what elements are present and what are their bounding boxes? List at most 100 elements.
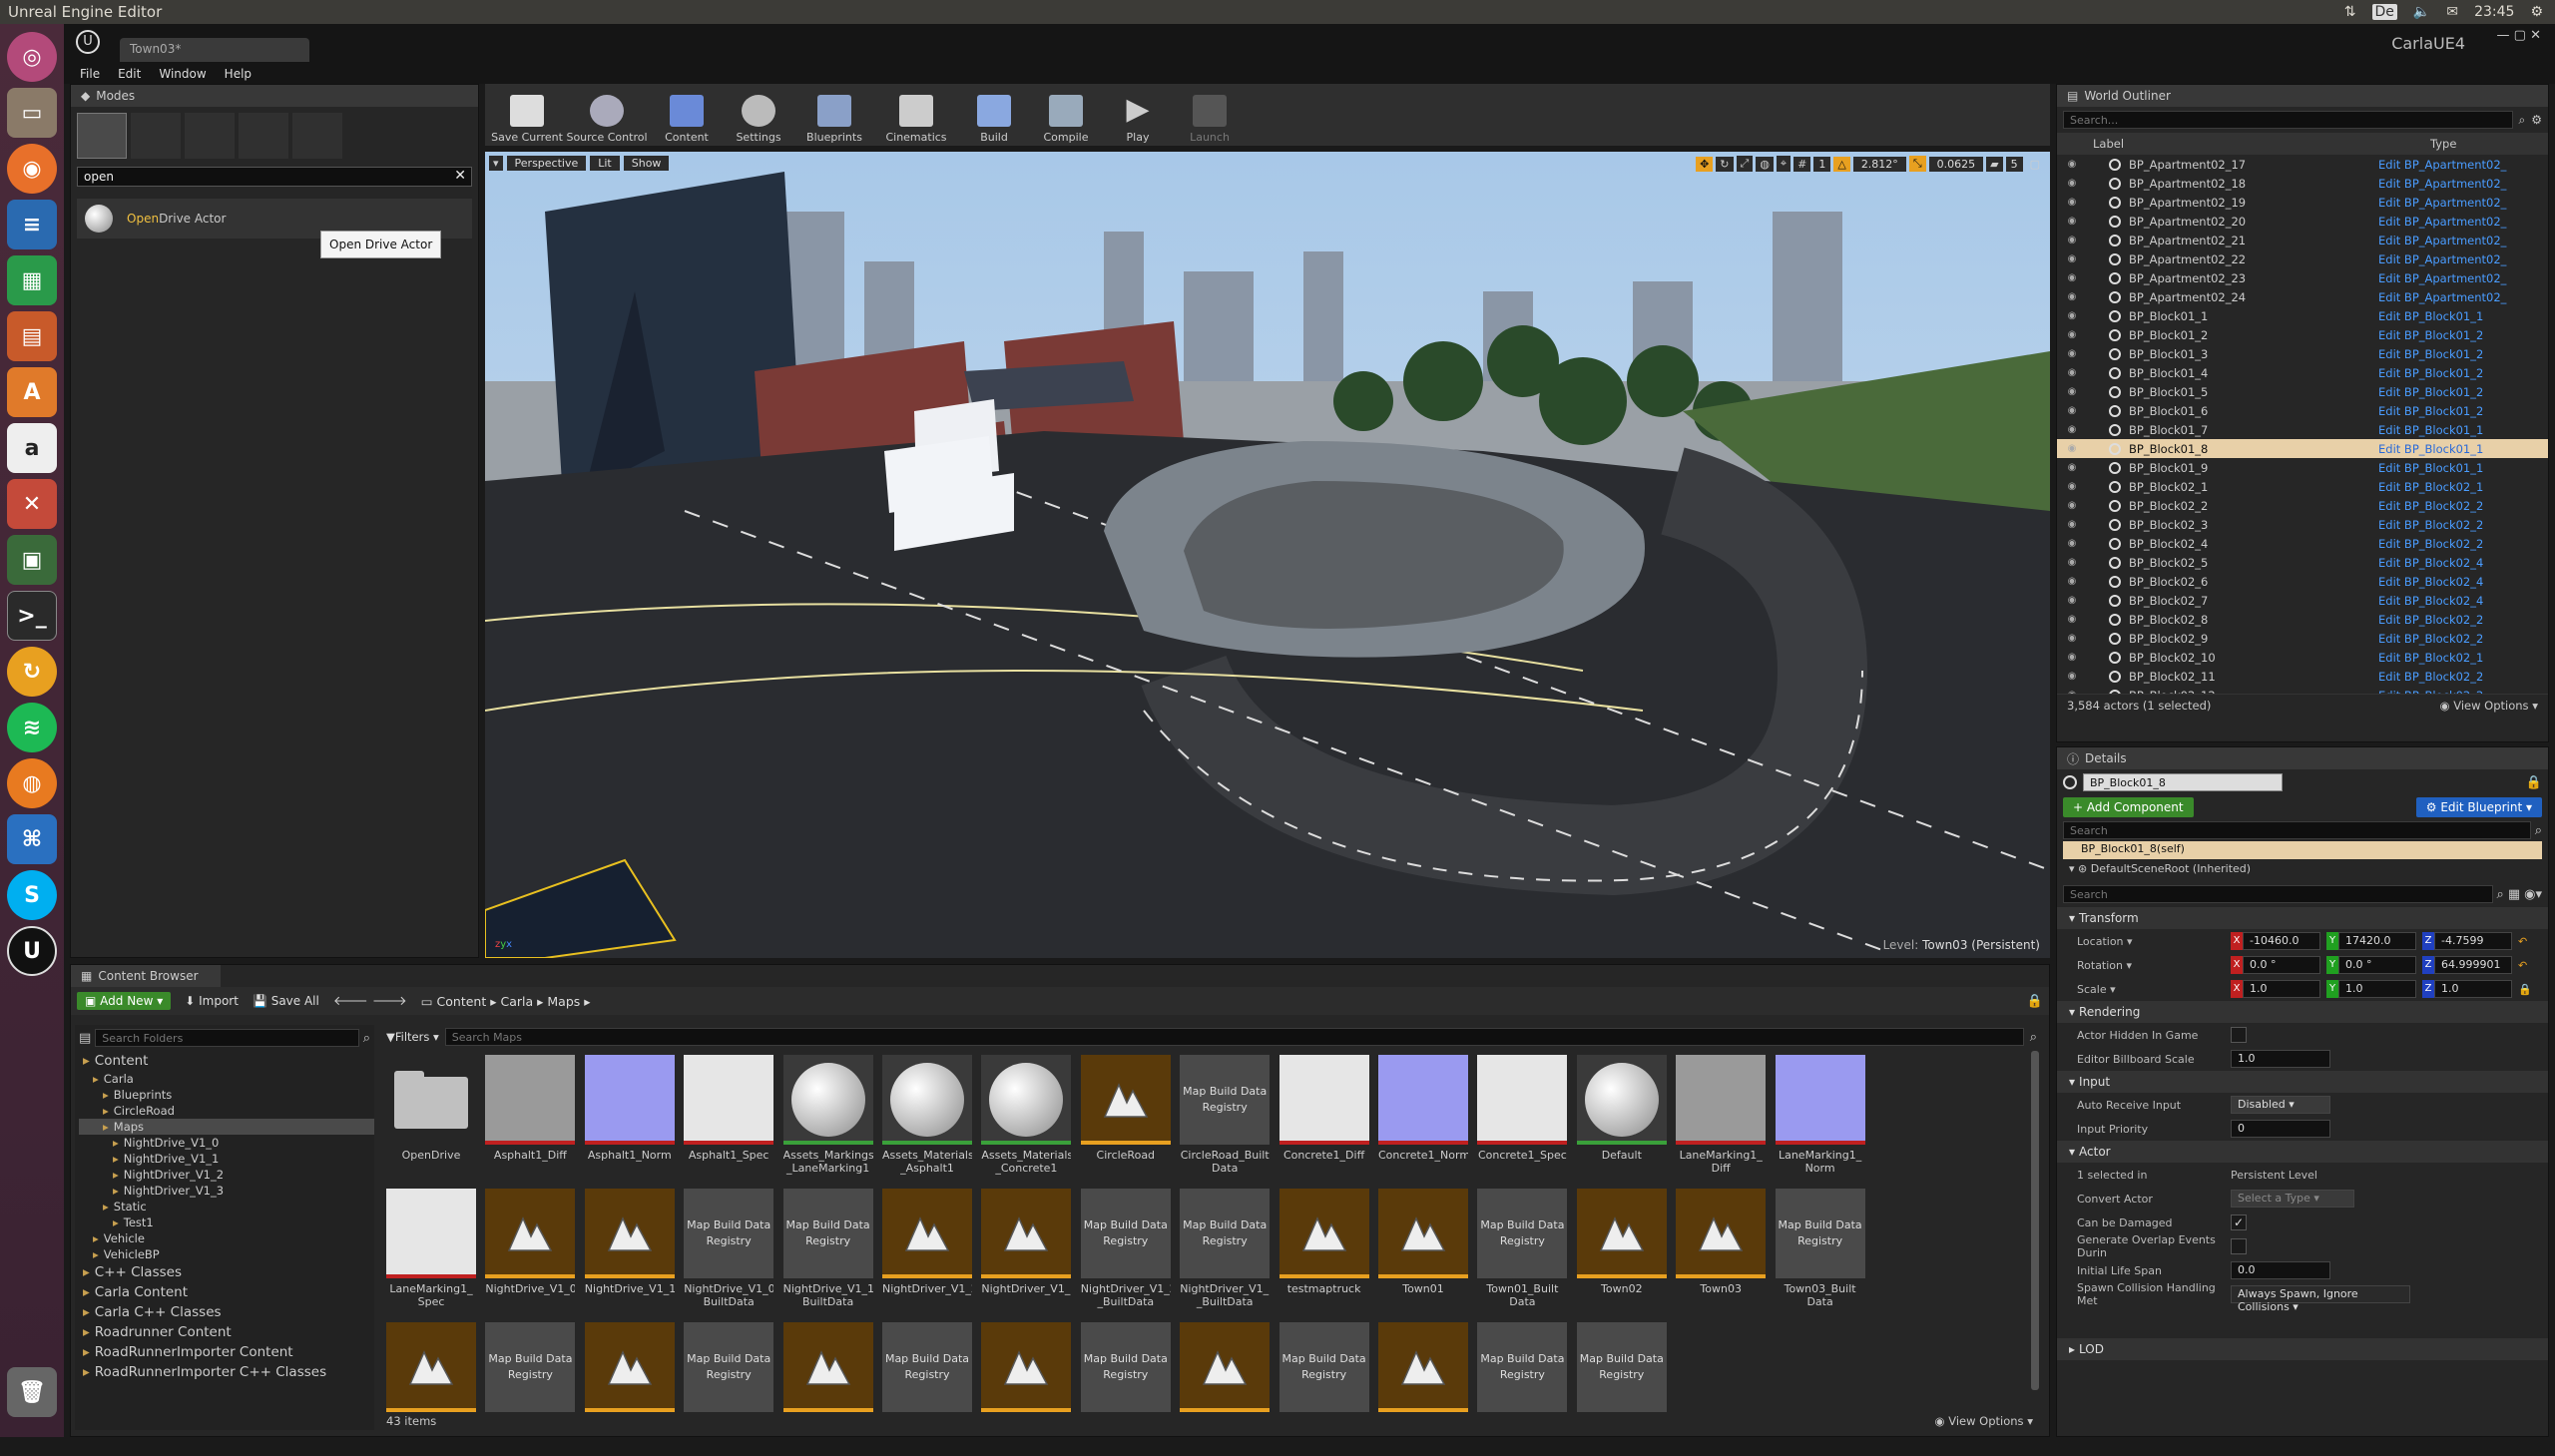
outliner-row[interactable]: ◉ BP_Block01_8 Edit BP_Block01_1 (2057, 439, 2548, 458)
impress-icon[interactable]: ▤ (7, 311, 57, 361)
asset-tile[interactable] (1378, 1322, 1468, 1456)
sources-icon[interactable]: ▤ (79, 1031, 91, 1046)
outliner-row[interactable]: ◉ BP_Block02_8 Edit BP_Block02_2 (2057, 610, 2548, 629)
software-center-icon[interactable]: A (7, 367, 57, 417)
actor-section[interactable]: ▾ Actor (2057, 1141, 2548, 1163)
outliner-row[interactable]: ◉ BP_Block01_4 Edit BP_Block01_2 (2057, 363, 2548, 382)
place-mode-icon[interactable] (77, 113, 127, 159)
system-gear-icon[interactable]: ⚙ (2530, 4, 2543, 20)
compile-button[interactable]: Compile (1030, 88, 1102, 146)
edit-blueprint-link[interactable]: Edit BP_Block01_1 (2378, 461, 2483, 475)
visibility-eye-icon[interactable]: ◉ (2057, 235, 2087, 245)
visibility-eye-icon[interactable]: ◉ (2057, 291, 2087, 302)
amazon-icon[interactable]: a (7, 423, 57, 473)
window-controls[interactable]: — ▢ ✕ (2497, 28, 2541, 43)
outliner-row[interactable]: ◉ BP_Block02_9 Edit BP_Block02_2 (2057, 629, 2548, 648)
edit-blueprint-button[interactable]: ⚙ Edit Blueprint ▾ (2415, 797, 2542, 817)
asset-scrollbar[interactable] (2031, 1051, 2039, 1390)
visibility-eye-icon[interactable]: ◉ (2057, 633, 2087, 644)
outliner-view-options[interactable]: ◉ View Options ▾ (2440, 699, 2538, 713)
visibility-eye-icon[interactable]: ◉ (2057, 405, 2087, 416)
folder-tree-item[interactable]: ▸ Carla C++ Classes (79, 1302, 374, 1322)
folder-tree-item[interactable]: ▸ VehicleBP (79, 1246, 374, 1262)
scale-y-input[interactable]: 1.0 (2338, 980, 2416, 998)
asset-tile[interactable] (386, 1322, 476, 1456)
outliner-row[interactable]: ◉ BP_Block02_12Edit BP_Block02_2 (2057, 686, 2548, 694)
edit-blueprint-link[interactable]: Edit BP_Block01_2 (2378, 328, 2483, 342)
visibility-eye-icon[interactable]: ◉ (2057, 500, 2087, 511)
folder-tree-item[interactable]: ▸ NightDrive_V1_1 (79, 1151, 374, 1167)
asset-tile[interactable]: NightDriver_V1_2 (882, 1189, 972, 1322)
breadcrumb-carla[interactable]: Carla (500, 994, 533, 1009)
edit-blueprint-link[interactable]: Edit BP_Apartment02_ (2378, 158, 2506, 172)
settings-button[interactable]: Settings (723, 88, 794, 146)
build-button[interactable]: Build (958, 88, 1030, 146)
details-search-input[interactable] (2063, 885, 2493, 903)
asset-tile[interactable]: Map Build Data Registry Town01_Built Data (1477, 1189, 1568, 1322)
folder-tree-item[interactable]: ▸ NightDriver_V1_2 (79, 1167, 374, 1183)
location-y-input[interactable]: 17420.0 (2338, 932, 2416, 950)
edit-blueprint-link[interactable]: Edit BP_Block01_1 (2378, 442, 2483, 456)
maximize-viewport-icon[interactable]: ▢ (2026, 157, 2044, 172)
breadcrumb-maps[interactable]: Maps (547, 994, 580, 1009)
volume-icon[interactable]: 🔈 (2413, 4, 2430, 20)
outliner-row[interactable]: ◉ BP_Block02_6 Edit BP_Block02_4 (2057, 572, 2548, 591)
asset-tile[interactable]: Map Build Data Registry NightDriver_V1_2 … (1080, 1189, 1171, 1322)
rotation-z-input[interactable]: 64.999901 (2434, 956, 2512, 974)
level-viewport[interactable]: ▾ Perspective Lit Show ✥ ↻ ⤢ ◍ ⌖ # 1 △ 2… (485, 152, 2050, 958)
lock-icon[interactable]: 🔒 (2526, 775, 2542, 790)
actor-name-input[interactable] (2083, 773, 2283, 791)
edit-blueprint-link[interactable]: Edit BP_Block02_2 (2378, 689, 2483, 695)
visibility-eye-icon[interactable]: ◉ (2057, 595, 2087, 606)
edit-blueprint-link[interactable]: Edit BP_Block01_2 (2378, 366, 2483, 380)
visibility-eye-icon[interactable]: ◉ (2057, 367, 2087, 378)
folder-tree-item[interactable]: ▸ Roadrunner Content (79, 1322, 374, 1342)
asset-tile[interactable]: Map Build Data Registry NightDriver_V1_3 … (1180, 1189, 1271, 1322)
outliner-row[interactable]: ◉ BP_Apartment02_23 Edit BP_Apartment02_ (2057, 268, 2548, 287)
scale-x-input[interactable]: 1.0 (2243, 980, 2320, 998)
skype-icon[interactable]: S (7, 870, 57, 920)
asset-tile[interactable]: Asphalt1_Norm (584, 1055, 675, 1189)
edit-blueprint-link[interactable]: Edit BP_Block02_2 (2378, 537, 2483, 551)
scale-icon[interactable]: ⤢ (1736, 156, 1754, 172)
asset-tile[interactable] (782, 1322, 873, 1456)
visibility-eye-icon[interactable]: ◉ (2057, 652, 2087, 663)
edit-blueprint-link[interactable]: Edit BP_Block02_2 (2378, 613, 2483, 627)
asset-tile[interactable]: Assets_Materials _Asphalt1 (882, 1055, 972, 1189)
outliner-row[interactable]: ◉ BP_Block01_3 Edit BP_Block01_2 (2057, 344, 2548, 363)
spotify-icon[interactable]: ≋ (7, 703, 57, 752)
details-tab[interactable]: ⓘ Details (2057, 747, 2548, 769)
save-all-button[interactable]: 💾 Save All (253, 994, 319, 1008)
asset-tile[interactable]: Map Build Data Registry (882, 1322, 972, 1456)
visibility-eye-icon[interactable]: ◉ (2057, 159, 2087, 170)
edit-blueprint-link[interactable]: Edit BP_Apartment02_ (2378, 196, 2506, 210)
visibility-eye-icon[interactable]: ◉ (2057, 690, 2087, 694)
asset-tile[interactable]: Map Build Data Registry NightDrive_V1_1_ … (782, 1189, 873, 1322)
property-matrix-icon[interactable]: ▦ (2508, 887, 2520, 902)
convert-actor-select[interactable]: Select a Type ▾ (2231, 1190, 2354, 1208)
auto-receive-select[interactable]: Disabled ▾ (2231, 1096, 2330, 1114)
outliner-row[interactable]: ◉ BP_Apartment02_20 Edit BP_Apartment02_ (2057, 212, 2548, 231)
edit-blueprint-link[interactable]: Edit BP_Block01_2 (2378, 404, 2483, 418)
asset-tile[interactable]: LaneMarking1_ Spec (386, 1189, 476, 1322)
asset-tile[interactable]: Map Build Data Registry (1278, 1322, 1369, 1456)
outliner-row[interactable]: ◉ BP_Block01_6 Edit BP_Block01_2 (2057, 401, 2548, 420)
writer-icon[interactable]: ≡ (7, 200, 57, 249)
import-button[interactable]: ⬇ Import (185, 994, 239, 1008)
edit-blueprint-link[interactable]: Edit BP_Block02_4 (2378, 575, 2483, 589)
asset-tile[interactable]: LaneMarking1_ Norm (1775, 1055, 1865, 1189)
edit-blueprint-link[interactable]: Edit BP_Apartment02_ (2378, 271, 2506, 285)
visibility-eye-icon[interactable]: ◉ (2057, 197, 2087, 208)
edit-blueprint-link[interactable]: Edit BP_Block01_2 (2378, 347, 2483, 361)
asset-tile[interactable] (981, 1322, 1072, 1456)
asset-tile[interactable]: NightDrive_V1_0 (485, 1189, 576, 1322)
visibility-eye-icon[interactable]: ◉ (2057, 576, 2087, 587)
grid-snap-icon[interactable]: # (1793, 156, 1811, 172)
folder-tree-item[interactable]: ▸ Carla Content (79, 1282, 374, 1302)
asset-tile[interactable]: Asphalt1_Diff (485, 1055, 576, 1189)
location-x-input[interactable]: -10460.0 (2243, 932, 2320, 950)
folder-tree-item[interactable]: ▸ Carla (79, 1071, 374, 1087)
asset-tile[interactable]: Map Build Data Registry (1576, 1322, 1667, 1456)
system-monitor-icon[interactable]: ▣ (7, 535, 57, 585)
edit-blueprint-link[interactable]: Edit BP_Block02_4 (2378, 556, 2483, 570)
